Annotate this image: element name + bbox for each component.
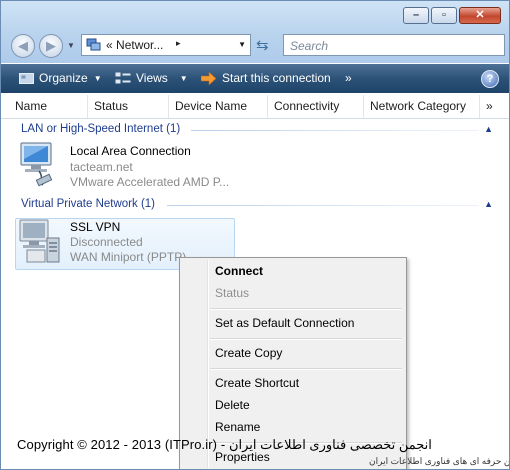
search-placeholder: Search — [290, 39, 329, 53]
forward-button[interactable]: ▶ — [39, 34, 63, 58]
column-device-name[interactable]: Device Name — [169, 95, 268, 118]
menu-item-create-copy[interactable]: Create Copy — [215, 346, 282, 360]
caption-buttons: – ▫ ✕ — [401, 7, 501, 24]
search-input[interactable]: Search — [283, 34, 505, 56]
back-button[interactable]: ◀ — [11, 34, 35, 58]
help-icon: ? — [486, 73, 494, 85]
views-label: Views — [136, 71, 168, 85]
views-dropdown-icon: ▼ — [179, 73, 188, 83]
column-network-category[interactable]: Network Category — [364, 95, 480, 118]
column-status[interactable]: Status — [88, 95, 169, 118]
minimize-icon: – — [412, 9, 420, 21]
organize-label: Organize — [39, 71, 88, 85]
menu-separator — [210, 308, 402, 310]
item-device: WAN Miniport (PPTP) — [70, 250, 187, 264]
collapse-chevron-icon[interactable]: ▲ — [484, 199, 493, 209]
back-arrow-icon: ◀ — [18, 38, 28, 53]
close-button[interactable]: ✕ — [459, 7, 501, 24]
connect-arrow-icon — [201, 71, 217, 85]
window-chrome: – ▫ ✕ ◀ ▶ ▼ « Networ... ▸ ▼ ⇆ Search — [1, 1, 509, 63]
item-status: Disconnected — [70, 235, 143, 249]
organize-icon — [19, 72, 34, 84]
address-bar[interactable]: « Networ... ▸ ▼ — [81, 34, 251, 56]
explorer-window: – ▫ ✕ ◀ ▶ ▼ « Networ... ▸ ▼ ⇆ Search Org… — [0, 0, 510, 470]
command-toolbar: Organize ▼ Views ▼ Start this connection… — [1, 64, 509, 93]
refresh-icon[interactable]: ⇆ — [256, 36, 269, 54]
item-name: Local Area Connection — [70, 144, 191, 158]
menu-item-connect[interactable]: Connect — [215, 264, 263, 278]
minimize-button[interactable]: – — [403, 7, 429, 24]
views-button[interactable]: Views ▼ — [115, 71, 188, 85]
menu-item-create-shortcut[interactable]: Create Shortcut — [215, 376, 299, 390]
item-network: tacteam.net — [70, 160, 133, 174]
menu-item-set-default[interactable]: Set as Default Connection — [215, 316, 354, 330]
watermark-copyright: Copyright © 2012 - 2013 (ITPro.ir) - انج… — [17, 437, 432, 452]
list-item-local-area-connection[interactable]: Local Area Connection tacteam.net VMware… — [1, 141, 241, 191]
menu-item-delete[interactable]: Delete — [215, 398, 250, 412]
maximize-button[interactable]: ▫ — [431, 7, 457, 24]
toolbar-overflow-button[interactable]: » — [345, 71, 352, 85]
watermark-tagline: انجمن حرفه ای های فناوری اطلاعات ایران — [369, 456, 509, 466]
recent-pages-dropdown-icon[interactable]: ▼ — [67, 41, 75, 50]
menu-item-rename[interactable]: Rename — [215, 420, 260, 434]
column-overflow[interactable]: » — [480, 95, 504, 118]
column-headers: Name Status Device Name Connectivity Net… — [1, 95, 509, 119]
group-divider — [167, 205, 479, 206]
network-folder-icon — [86, 38, 101, 51]
vpn-connection-icon — [19, 219, 60, 263]
forward-arrow-icon: ▶ — [46, 38, 56, 53]
column-name[interactable]: Name — [9, 95, 88, 118]
address-chevron-icon[interactable]: ▸ — [176, 38, 181, 49]
maximize-icon: ▫ — [442, 9, 446, 21]
group-header-vpn[interactable]: Virtual Private Network (1) — [21, 198, 155, 210]
views-icon — [115, 72, 131, 83]
address-dropdown-icon[interactable]: ▼ — [238, 40, 246, 49]
organize-button[interactable]: Organize ▼ — [19, 71, 102, 85]
item-device: VMware Accelerated AMD P... — [70, 175, 230, 189]
toolbar-overflow-label: » — [345, 71, 352, 85]
menu-item-status: Status — [215, 286, 250, 300]
close-icon: ✕ — [475, 9, 485, 21]
item-name: SSL VPN — [70, 220, 121, 234]
group-divider — [191, 130, 479, 131]
collapse-chevron-icon[interactable]: ▲ — [484, 124, 493, 134]
start-connection-label: Start this connection — [222, 71, 331, 85]
help-button[interactable]: ? — [481, 70, 499, 88]
network-adapter-icon — [20, 142, 53, 187]
address-text: « Networ... — [106, 38, 164, 52]
menu-separator — [210, 368, 402, 370]
organize-dropdown-icon: ▼ — [93, 73, 102, 83]
column-connectivity[interactable]: Connectivity — [268, 95, 364, 118]
menu-separator — [210, 338, 402, 340]
start-connection-button[interactable]: Start this connection — [201, 71, 331, 85]
group-header-lan[interactable]: LAN or High-Speed Internet (1) — [21, 123, 180, 135]
